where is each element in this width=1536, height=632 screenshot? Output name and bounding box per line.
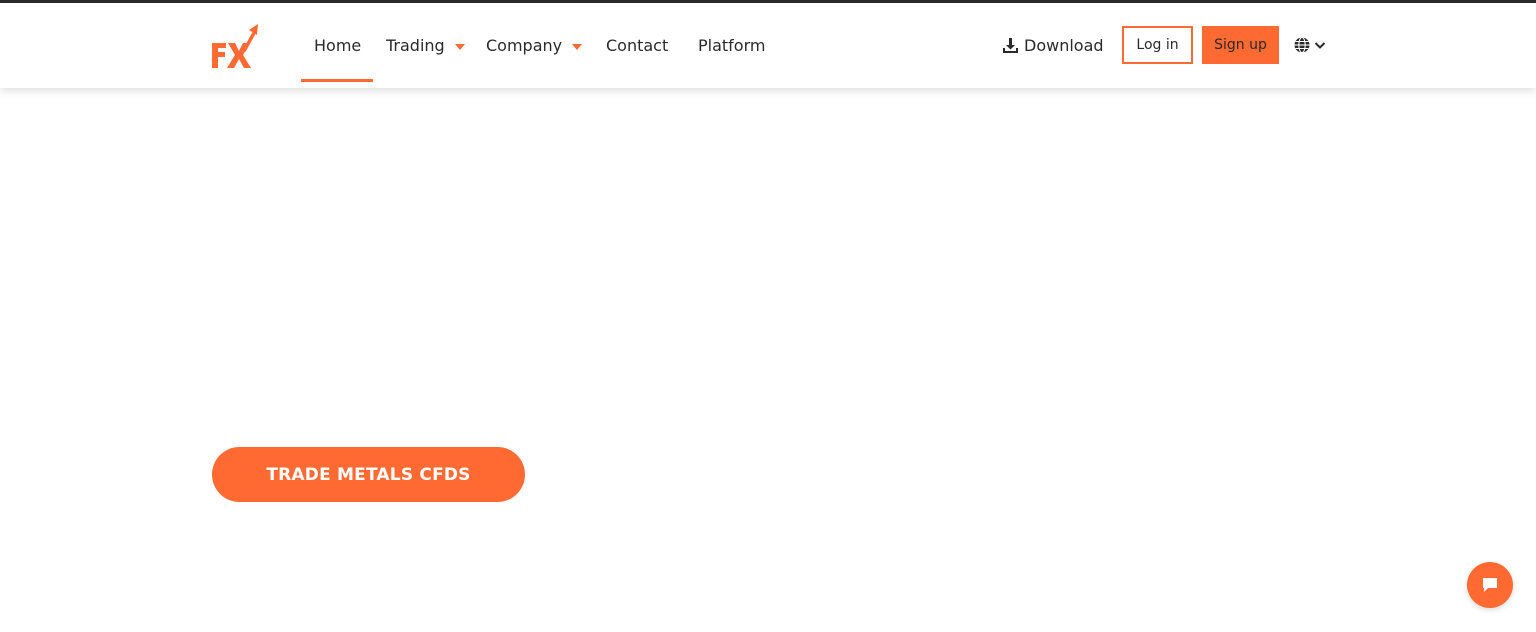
site-header: Home Trading Company Contact Platform Do… xyxy=(0,3,1536,88)
nav-trading-label: Trading xyxy=(386,35,445,55)
nav-contact-label: Contact xyxy=(606,35,669,55)
download-icon xyxy=(1003,37,1018,53)
nav-trading[interactable]: Trading xyxy=(386,33,465,57)
nav-active-underline xyxy=(301,79,373,82)
chat-widget-button[interactable] xyxy=(1467,562,1513,608)
login-label: Log in xyxy=(1136,37,1179,53)
nav-company[interactable]: Company xyxy=(486,33,583,57)
caret-down-icon xyxy=(454,44,465,50)
chevron-down-icon xyxy=(1314,42,1326,49)
fx-logo-arrow-icon xyxy=(212,24,258,68)
signup-label: Sign up xyxy=(1214,37,1267,53)
language-selector[interactable] xyxy=(1293,35,1327,55)
download-link[interactable]: Download xyxy=(1002,33,1104,57)
login-button[interactable]: Log in xyxy=(1122,26,1193,64)
globe-icon xyxy=(1294,36,1310,54)
download-label: Download xyxy=(1024,35,1104,55)
nav-platform[interactable]: Platform xyxy=(698,33,765,57)
nav-home-label: Home xyxy=(314,35,362,55)
chat-bubble-icon xyxy=(1483,578,1497,592)
nav-contact[interactable]: Contact xyxy=(606,33,668,57)
nav-home[interactable]: Home xyxy=(314,33,361,57)
signup-button[interactable]: Sign up xyxy=(1202,26,1279,64)
nav-company-label: Company xyxy=(486,35,563,55)
cta-label: TRADE METALS CFDS xyxy=(266,464,471,485)
nav-platform-label: Platform xyxy=(698,35,766,55)
trade-metals-cfds-button[interactable]: TRADE METALS CFDS xyxy=(212,447,525,502)
caret-down-icon xyxy=(572,44,583,50)
site-logo[interactable] xyxy=(208,21,264,73)
